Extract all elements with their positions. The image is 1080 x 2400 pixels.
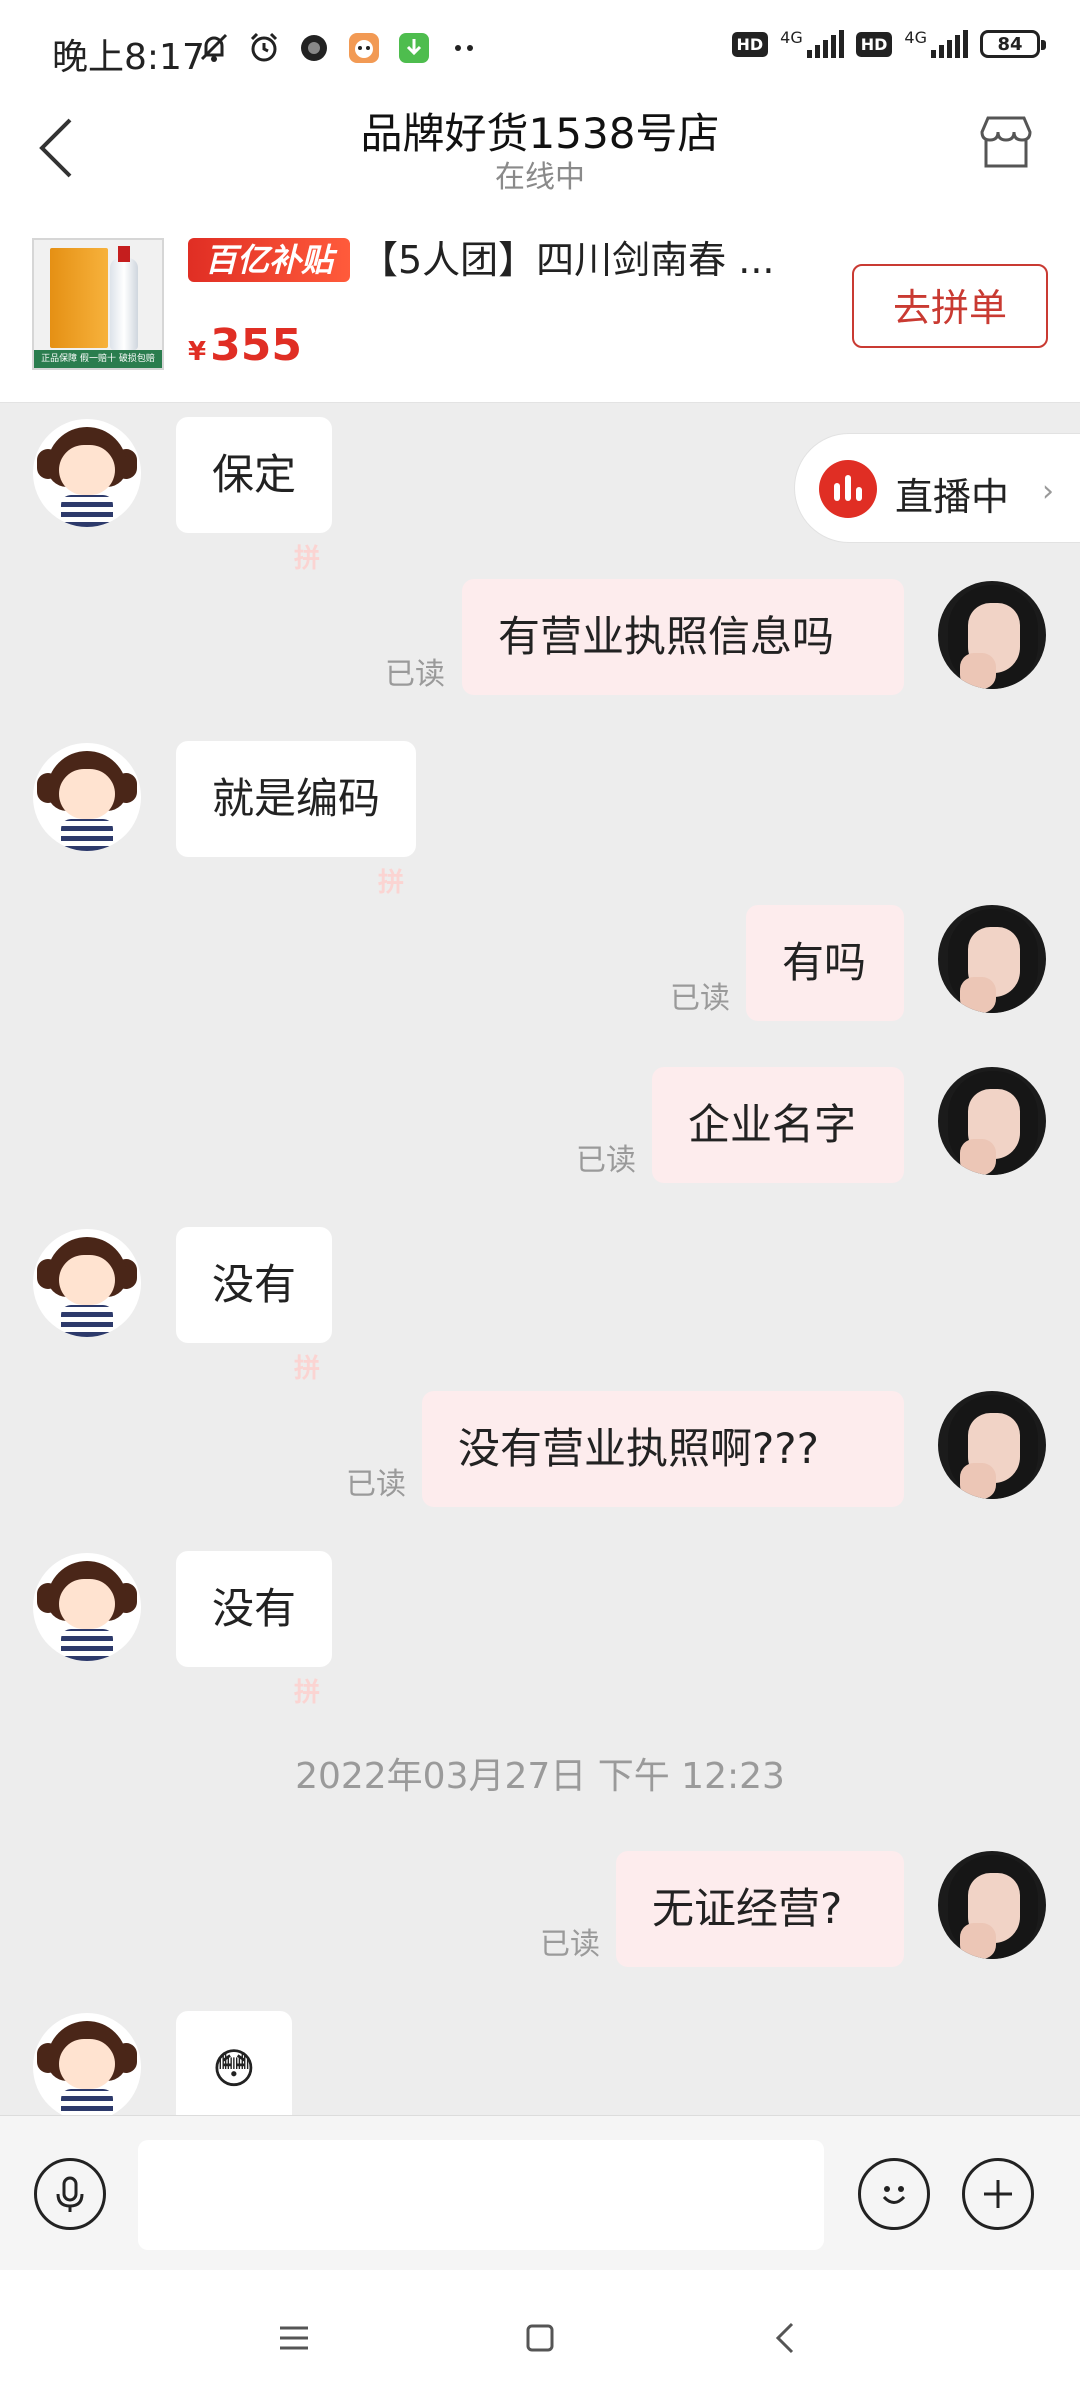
signal-icon bbox=[931, 30, 968, 58]
message-bubble-incoming[interactable]: 没有拼 bbox=[176, 1227, 333, 1384]
store-icon[interactable] bbox=[974, 110, 1038, 174]
shop-avatar[interactable] bbox=[33, 2013, 141, 2115]
message-bubble-outgoing[interactable]: 无证经营? bbox=[616, 1851, 904, 1967]
status-notification-icons bbox=[196, 30, 482, 66]
user-avatar[interactable] bbox=[938, 581, 1046, 689]
product-image-strip: 正品保障 假一赔十 破损包赔 bbox=[34, 350, 162, 368]
price-value: 355 bbox=[210, 320, 302, 371]
read-receipt: 已读 bbox=[670, 981, 730, 1016]
message-text: 没有 bbox=[212, 1260, 297, 1309]
message-timestamp: 2022年03月27日 下午 12:23 bbox=[295, 1756, 785, 1797]
watermark-logo: 拼 bbox=[378, 868, 405, 898]
product-bottle-graphic bbox=[110, 246, 138, 350]
battery-icon: 84 bbox=[980, 30, 1046, 58]
message-bubble-outgoing[interactable]: 没有营业执照啊??? bbox=[422, 1391, 904, 1507]
product-price: ¥355 bbox=[188, 320, 302, 371]
hd-icon: HD bbox=[855, 31, 893, 57]
message-bubble-outgoing[interactable]: 有吗 bbox=[746, 905, 904, 1021]
message-bubble-incoming[interactable]: 保定拼 bbox=[176, 417, 333, 574]
watermark-logo: 拼 bbox=[294, 544, 321, 574]
chevron-right-icon: › bbox=[1042, 474, 1054, 509]
input-bar bbox=[0, 2115, 1080, 2271]
message-text: 没有营业执照啊??? bbox=[458, 1424, 819, 1473]
shop-avatar[interactable] bbox=[33, 1229, 141, 1337]
shop-avatar[interactable] bbox=[33, 1553, 141, 1661]
emoji-button[interactable] bbox=[858, 2158, 930, 2230]
message-bubble-incoming[interactable]: 没有拼 bbox=[176, 1551, 333, 1708]
user-avatar[interactable] bbox=[938, 1391, 1046, 1499]
message-bubble-incoming[interactable]: 😳拼 bbox=[176, 2011, 292, 2115]
message-text: 没有 bbox=[212, 1584, 297, 1633]
microphone-icon bbox=[56, 2176, 84, 2212]
watermark-logo: 拼 bbox=[294, 1678, 321, 1708]
smiley-icon bbox=[882, 2186, 906, 2204]
more-dots-icon bbox=[446, 30, 482, 66]
network-type: 4G bbox=[780, 27, 803, 47]
product-card[interactable]: 正品保障 假一赔十 破损包赔 百亿补贴 【5人团】四川剑南春 ... ¥355 … bbox=[0, 210, 1080, 403]
message-text: 有营业执照信息吗 bbox=[498, 612, 835, 661]
user-avatar[interactable] bbox=[938, 1067, 1046, 1175]
product-image[interactable]: 正品保障 假一赔十 破损包赔 bbox=[32, 238, 164, 370]
live-streaming-button[interactable]: 直播中 › bbox=[794, 433, 1080, 543]
system-navigation-bar bbox=[0, 2270, 1080, 2400]
read-receipt: 已读 bbox=[385, 657, 445, 692]
live-icon bbox=[819, 460, 877, 518]
message-bubble-incoming[interactable]: 就是编码拼 bbox=[176, 741, 417, 898]
status-system-icons: HD 4G HD 4G 84 bbox=[731, 27, 1046, 58]
user-avatar[interactable] bbox=[938, 1851, 1046, 1959]
message-text: 企业名字 bbox=[688, 1100, 857, 1149]
plus-icon bbox=[984, 2180, 1012, 2208]
hd-icon: HD bbox=[731, 31, 769, 57]
message-bubble-outgoing[interactable]: 有营业执照信息吗 bbox=[462, 579, 904, 695]
shop-avatar[interactable] bbox=[33, 743, 141, 851]
alarm-clock-icon bbox=[246, 30, 282, 66]
read-receipt: 已读 bbox=[540, 1927, 600, 1962]
message-input[interactable] bbox=[138, 2140, 824, 2250]
app-notification-icon bbox=[296, 30, 332, 66]
watermark-logo: 拼 bbox=[254, 2095, 294, 2115]
system-back-button[interactable] bbox=[756, 2308, 816, 2368]
subsidy-badge: 百亿补贴 bbox=[188, 238, 350, 282]
flushed-face-emoji: 😳 bbox=[212, 2044, 256, 2093]
signal-icon bbox=[806, 30, 844, 58]
live-label: 直播中 bbox=[895, 475, 1010, 519]
product-title[interactable]: 【5人团】四川剑南春 ... bbox=[360, 238, 800, 282]
message-text: 有吗 bbox=[782, 938, 867, 987]
mute-bell-icon bbox=[196, 30, 232, 66]
status-bar: 晚上8:17 HD 4G HD 4G 84 bbox=[0, 0, 1080, 100]
join-group-button[interactable]: 去拼单 bbox=[852, 264, 1048, 348]
watermark-logo: 拼 bbox=[294, 1354, 321, 1384]
online-status: 在线中 bbox=[495, 160, 585, 195]
menu-icon bbox=[280, 2326, 308, 2350]
chat-header: 品牌好货1538号店 在线中 bbox=[0, 100, 1080, 210]
home-square-icon bbox=[526, 2324, 554, 2352]
app-mascot-icon bbox=[346, 30, 382, 66]
chat-area[interactable]: 保定拼 直播中 › 已读 有营业执照信息吗 就是编码拼 已读 有吗 已读 企业名… bbox=[0, 403, 1080, 2115]
message-bubble-outgoing[interactable]: 企业名字 bbox=[652, 1067, 904, 1183]
voice-input-button[interactable] bbox=[34, 2158, 106, 2230]
download-icon bbox=[396, 30, 432, 66]
read-receipt: 已读 bbox=[346, 1467, 406, 1502]
message-text: 保定 bbox=[212, 450, 297, 499]
status-time: 晚上8:17 bbox=[52, 37, 205, 78]
read-receipt: 已读 bbox=[576, 1143, 636, 1178]
network-type: 4G bbox=[904, 27, 927, 47]
user-avatar[interactable] bbox=[938, 905, 1046, 1013]
message-text: 无证经营? bbox=[652, 1884, 843, 1933]
shop-avatar[interactable] bbox=[33, 419, 141, 527]
message-text: 就是编码 bbox=[212, 774, 381, 823]
currency-symbol: ¥ bbox=[188, 337, 207, 367]
menu-button[interactable] bbox=[264, 2308, 324, 2368]
more-actions-button[interactable] bbox=[962, 2158, 1034, 2230]
back-arrow-icon bbox=[775, 2322, 794, 2354]
home-button[interactable] bbox=[510, 2308, 570, 2368]
product-box-graphic bbox=[50, 248, 108, 348]
